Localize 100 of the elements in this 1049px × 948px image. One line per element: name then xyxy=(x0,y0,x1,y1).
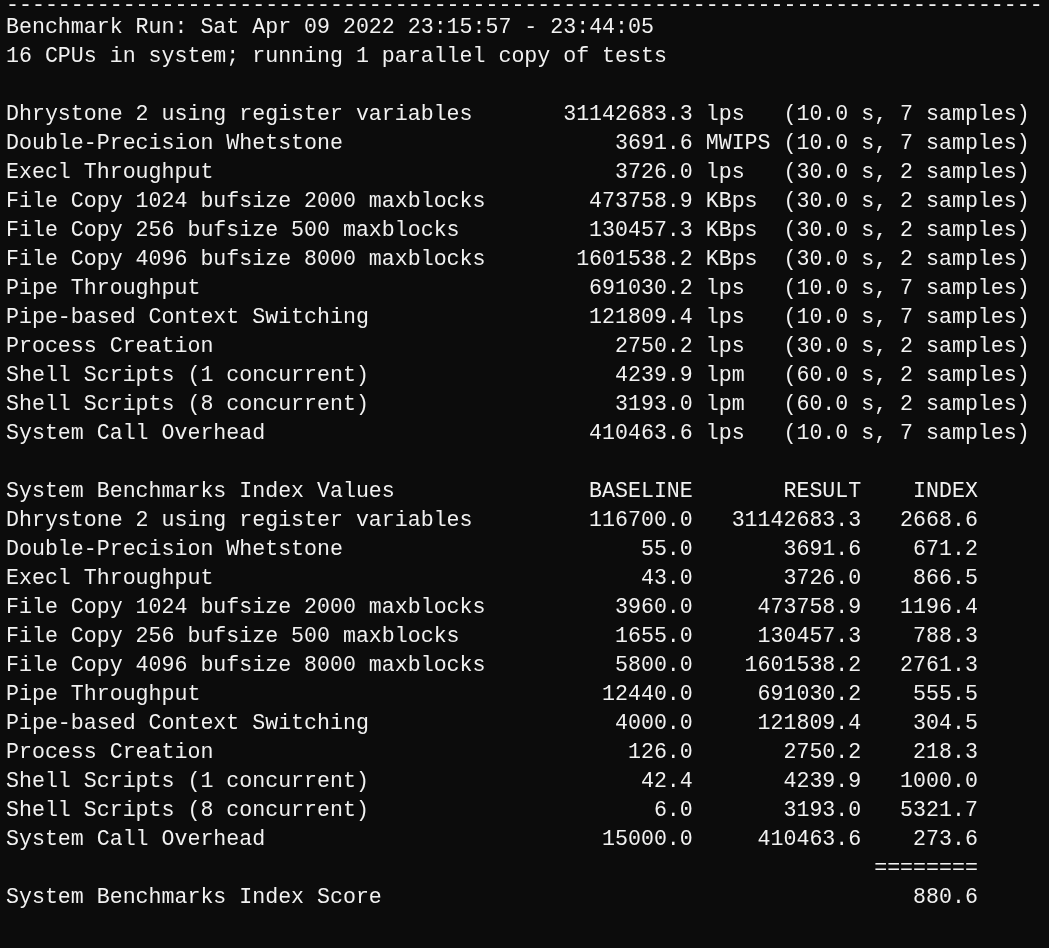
test-value: 410463.6 xyxy=(588,420,693,447)
index-value: 671.2 xyxy=(912,536,978,563)
index-value: 2761.3 xyxy=(899,652,978,679)
test-value: 4239.9 xyxy=(614,362,693,389)
test-unit: KBps xyxy=(705,217,759,244)
result-value: 473758.9 xyxy=(756,594,862,621)
test-name: File Copy 256 bufsize 500 maxblocks xyxy=(6,217,461,244)
test-name: Shell Scripts (8 concurrent) xyxy=(6,797,370,824)
test-timing: (30.0 s, 2 samples) xyxy=(783,188,1030,215)
index-value: 555.5 xyxy=(912,681,978,708)
baseline-value: 116700.0 xyxy=(588,507,693,534)
test-value: 130457.3 xyxy=(588,217,693,244)
result-value: 410463.6 xyxy=(756,826,862,853)
index-value: 273.6 xyxy=(912,826,978,853)
test-name: System Call Overhead xyxy=(6,420,267,447)
test-timing: (10.0 s, 7 samples) xyxy=(783,130,1030,157)
test-timing: (60.0 s, 2 samples) xyxy=(783,391,1030,418)
baseline-value: 12440.0 xyxy=(601,681,693,708)
test-name: Dhrystone 2 using register variables xyxy=(6,101,474,128)
test-timing: (10.0 s, 7 samples) xyxy=(783,101,1030,128)
test-value: 1601538.2 xyxy=(575,246,693,273)
test-name: Execl Throughput xyxy=(6,565,215,592)
column-header: System Benchmarks Index Values xyxy=(6,478,396,505)
test-timing: (30.0 s, 2 samples) xyxy=(783,159,1030,186)
separator-rule: ======== xyxy=(874,855,978,882)
result-value: 1601538.2 xyxy=(743,652,862,679)
result-value: 31142683.3 xyxy=(730,507,862,534)
result-value: 4239.9 xyxy=(782,768,862,795)
index-value: 5321.7 xyxy=(899,797,978,824)
baseline-value: 6.0 xyxy=(652,797,693,824)
header-line: 16 CPUs in system; running 1 parallel copy of tests xyxy=(6,43,667,70)
test-timing: (60.0 s, 2 samples) xyxy=(783,362,1030,389)
baseline-value: 4000.0 xyxy=(614,710,693,737)
baseline-value: 3960.0 xyxy=(614,594,693,621)
column-header: RESULT xyxy=(782,478,862,505)
baseline-value: 1655.0 xyxy=(614,623,693,650)
result-value: 3193.0 xyxy=(782,797,862,824)
test-value: 691030.2 xyxy=(588,275,693,302)
test-name: Execl Throughput xyxy=(6,159,215,186)
column-header: BASELINE xyxy=(588,478,693,505)
baseline-value: 15000.0 xyxy=(601,826,693,853)
index-value: 1000.0 xyxy=(899,768,978,795)
test-name: Shell Scripts (1 concurrent) xyxy=(6,362,370,389)
test-timing: (30.0 s, 2 samples) xyxy=(783,246,1030,273)
test-name: Dhrystone 2 using register variables xyxy=(6,507,474,534)
baseline-value: 5800.0 xyxy=(614,652,693,679)
index-value: 866.5 xyxy=(912,565,978,592)
test-timing: (10.0 s, 7 samples) xyxy=(783,420,1030,447)
test-name: File Copy 4096 bufsize 8000 maxblocks xyxy=(6,652,487,679)
test-name: File Copy 256 bufsize 500 maxblocks xyxy=(6,623,461,650)
dashed-rule: -------------------------------------------------------------------------------- xyxy=(6,0,1043,10)
test-name: System Call Overhead xyxy=(6,826,267,853)
test-timing: (10.0 s, 7 samples) xyxy=(783,304,1030,331)
test-unit: lpm xyxy=(705,362,746,389)
index-value: 2668.6 xyxy=(899,507,978,534)
score-label: System Benchmarks Index Score xyxy=(6,884,383,911)
test-unit: KBps xyxy=(705,246,759,273)
test-name: Double-Precision Whetstone xyxy=(6,536,344,563)
result-value: 3726.0 xyxy=(782,565,862,592)
test-unit: lps xyxy=(705,101,746,128)
test-name: Shell Scripts (1 concurrent) xyxy=(6,768,370,795)
test-unit: lps xyxy=(705,420,746,447)
test-unit: lps xyxy=(705,333,746,360)
baseline-value: 43.0 xyxy=(639,565,693,592)
result-value: 3691.6 xyxy=(782,536,862,563)
test-unit: KBps xyxy=(705,188,759,215)
test-value: 3726.0 xyxy=(614,159,693,186)
test-value: 3193.0 xyxy=(614,391,693,418)
result-value: 691030.2 xyxy=(756,681,862,708)
index-value: 1196.4 xyxy=(899,594,978,621)
test-unit: lps xyxy=(705,304,746,331)
test-name: Process Creation xyxy=(6,333,215,360)
test-name: File Copy 1024 bufsize 2000 maxblocks xyxy=(6,594,487,621)
test-timing: (10.0 s, 7 samples) xyxy=(783,275,1030,302)
baseline-value: 42.4 xyxy=(639,768,693,795)
test-timing: (30.0 s, 2 samples) xyxy=(783,217,1030,244)
test-unit: lps xyxy=(705,275,746,302)
test-name: Double-Precision Whetstone xyxy=(6,130,344,157)
baseline-value: 55.0 xyxy=(639,536,693,563)
index-value: 788.3 xyxy=(912,623,978,650)
test-name: Pipe-based Context Switching xyxy=(6,304,370,331)
test-unit: lpm xyxy=(705,391,746,418)
test-unit: lps xyxy=(705,159,746,186)
header-line: Benchmark Run: Sat Apr 09 2022 23:15:57 - 23:44:05 xyxy=(6,14,654,41)
result-value: 130457.3 xyxy=(756,623,862,650)
test-name: File Copy 4096 bufsize 8000 maxblocks xyxy=(6,246,487,273)
test-timing: (30.0 s, 2 samples) xyxy=(783,333,1030,360)
index-value: 218.3 xyxy=(912,739,978,766)
result-value: 121809.4 xyxy=(756,710,862,737)
score-value: 880.6 xyxy=(912,884,978,911)
test-name: File Copy 1024 bufsize 2000 maxblocks xyxy=(6,188,487,215)
test-unit: MWIPS xyxy=(705,130,772,157)
baseline-value: 126.0 xyxy=(627,739,693,766)
test-value: 2750.2 xyxy=(614,333,693,360)
test-value: 31142683.3 xyxy=(563,101,693,128)
test-value: 473758.9 xyxy=(588,188,693,215)
index-value: 304.5 xyxy=(912,710,978,737)
test-name: Pipe Throughput xyxy=(6,681,202,708)
result-value: 2750.2 xyxy=(782,739,862,766)
column-header: INDEX xyxy=(912,478,978,505)
